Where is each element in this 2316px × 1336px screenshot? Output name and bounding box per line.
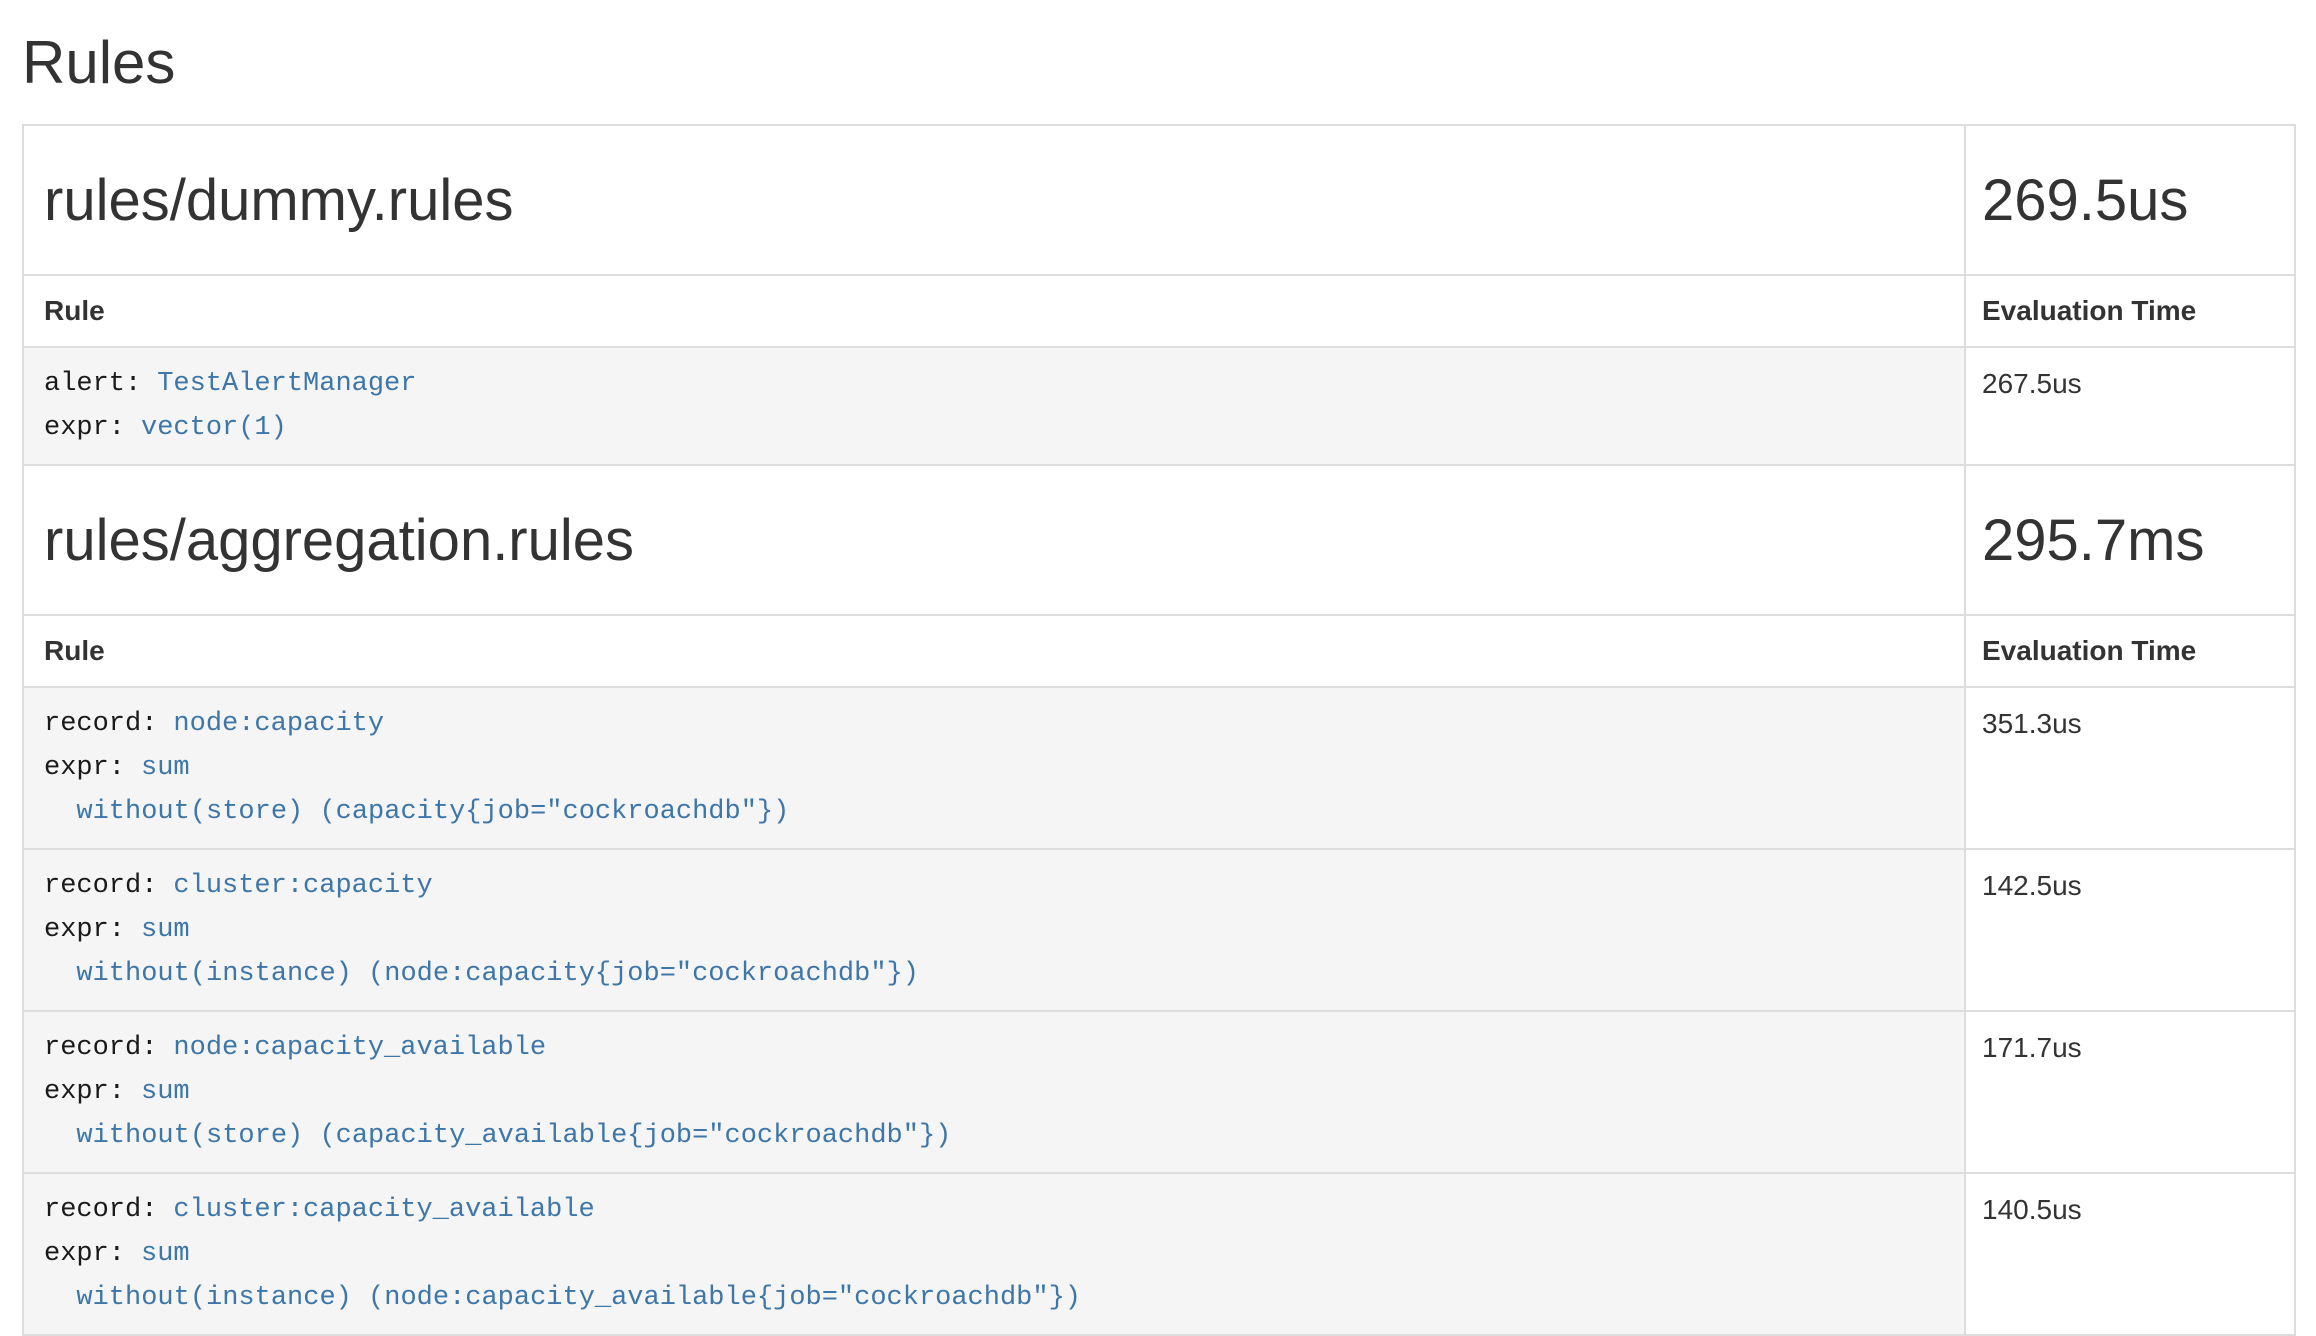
rule-expr-line: expr:sum without(store) (capacity_availa… [44,1070,1944,1158]
group-header-row: rules/dummy.rules 269.5us [23,125,2295,275]
group-total-eval-time: 295.7ms [1965,465,2295,615]
rule-keyword: record: [44,871,157,901]
rule-name-link[interactable]: cluster:capacity_available [173,1195,594,1225]
rule-eval-time: 171.7us [1965,1011,2295,1173]
rule-eval-time: 267.5us [1965,347,2295,465]
expr-keyword: expr: [44,413,125,443]
rule-name-link[interactable]: TestAlertManager [157,369,416,399]
rule-definition-cell: record: cluster:capacity_available expr:s… [23,1173,1965,1335]
time-column-header: Evaluation Time [1965,275,2295,347]
column-header-row: Rule Evaluation Time [23,275,2295,347]
rule-keyword: record: [44,1033,157,1063]
rules-page: Rules rules/dummy.rules 269.5us Rule Eva… [0,0,2316,1336]
rule-row: alert: TestAlertManager expr: vector(1) 26… [23,347,2295,465]
rule-definition-cell: record: cluster:capacity expr:sum without… [23,849,1965,1011]
rules-table: rules/dummy.rules 269.5us Rule Evaluatio… [22,124,2296,1336]
expr-keyword: expr: [44,1077,125,1107]
rule-eval-time: 140.5us [1965,1173,2295,1335]
rule-name-line: alert: TestAlertManager [44,362,1944,406]
rule-column-header: Rule [23,275,1965,347]
rule-name-line: record: node:capacity_available [44,1026,1944,1070]
rule-expr-link[interactable]: sum without(instance) (node:capacity{job… [44,915,919,989]
rule-definition-cell: record: node:capacity expr:sum without(st… [23,687,1965,849]
group-header-row: rules/aggregation.rules 295.7ms [23,465,2295,615]
expr-keyword: expr: [44,1239,125,1269]
group-total-eval-time: 269.5us [1965,125,2295,275]
rule-name-link[interactable]: node:capacity [173,709,384,739]
page-title: Rules [22,30,2294,96]
time-column-header: Evaluation Time [1965,615,2295,687]
rule-row: record: cluster:capacity_available expr:s… [23,1173,2295,1335]
rule-keyword: record: [44,709,157,739]
rule-eval-time: 142.5us [1965,849,2295,1011]
rule-name-line: record: cluster:capacity_available [44,1188,1944,1232]
column-header-row: Rule Evaluation Time [23,615,2295,687]
rule-expr-line: expr:sum without(store) (capacity{job="c… [44,746,1944,834]
group-file-name: rules/aggregation.rules [23,465,1965,615]
expr-keyword: expr: [44,753,125,783]
rule-name-link[interactable]: cluster:capacity [173,871,432,901]
rule-column-header: Rule [23,615,1965,687]
expr-keyword: expr: [44,915,125,945]
rule-expr-link[interactable]: sum without(instance) (node:capacity_ava… [44,1239,1081,1313]
rule-name-line: record: node:capacity [44,702,1944,746]
rule-expr-line: expr:sum without(instance) (node:capacit… [44,1232,1944,1320]
rule-expr-link[interactable]: sum without(store) (capacity_available{j… [44,1077,951,1151]
rule-row: record: cluster:capacity expr:sum without… [23,849,2295,1011]
rule-expr-line: expr: vector(1) [44,406,1944,450]
rule-row: record: node:capacity_available expr:sum … [23,1011,2295,1173]
rule-name-line: record: cluster:capacity [44,864,1944,908]
rule-name-link[interactable]: node:capacity_available [173,1033,546,1063]
rule-row: record: node:capacity expr:sum without(st… [23,687,2295,849]
group-file-name: rules/dummy.rules [23,125,1965,275]
rule-definition-cell: alert: TestAlertManager expr: vector(1) [23,347,1965,465]
rule-keyword: alert: [44,369,141,399]
rule-eval-time: 351.3us [1965,687,2295,849]
rule-expr-link[interactable]: vector(1) [141,413,287,443]
rule-expr-link[interactable]: sum without(store) (capacity{job="cockro… [44,753,789,827]
rule-definition-cell: record: node:capacity_available expr:sum … [23,1011,1965,1173]
rule-keyword: record: [44,1195,157,1225]
rule-expr-line: expr:sum without(instance) (node:capacit… [44,908,1944,996]
